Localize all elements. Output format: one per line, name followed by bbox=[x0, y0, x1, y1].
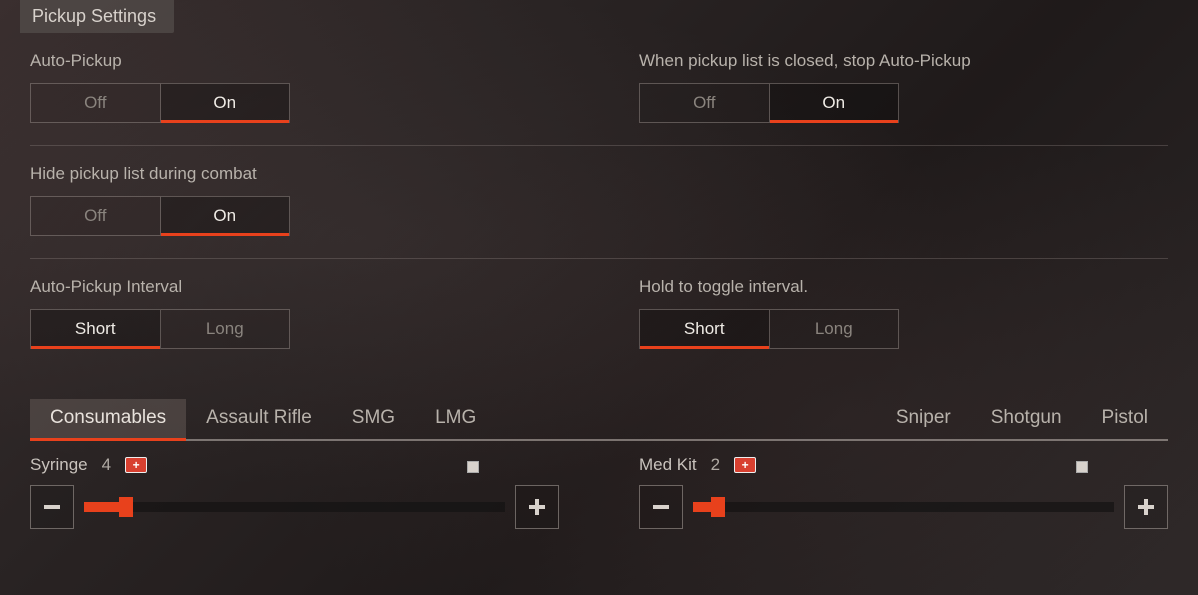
syringe-checkbox[interactable] bbox=[467, 461, 479, 473]
hide-in-combat-on[interactable]: On bbox=[161, 196, 291, 236]
category-tabs: Consumables Assault Rifle SMG LMG Sniper… bbox=[30, 399, 1168, 441]
tab-sniper[interactable]: Sniper bbox=[876, 399, 971, 439]
syringe-label: Syringe bbox=[30, 455, 88, 475]
hide-in-combat-label: Hide pickup list during combat bbox=[30, 164, 559, 184]
plus-icon bbox=[1136, 497, 1156, 517]
medkit-increment-button[interactable] bbox=[1124, 485, 1168, 529]
stop-when-closed-off[interactable]: Off bbox=[639, 83, 770, 123]
syringe-decrement-button[interactable] bbox=[30, 485, 74, 529]
stop-when-closed-label: When pickup list is closed, stop Auto-Pi… bbox=[639, 51, 1168, 71]
syringe-count: 4 bbox=[102, 455, 111, 475]
medkit-checkbox[interactable] bbox=[1076, 461, 1088, 473]
hold-toggle-short[interactable]: Short bbox=[639, 309, 770, 349]
interval-long[interactable]: Long bbox=[161, 309, 291, 349]
tab-pistol[interactable]: Pistol bbox=[1082, 399, 1168, 439]
medkit-slider[interactable] bbox=[693, 502, 1114, 512]
tab-consumables[interactable]: Consumables bbox=[30, 399, 186, 439]
hold-toggle-label: Hold to toggle interval. bbox=[639, 277, 1168, 297]
interval-short[interactable]: Short bbox=[30, 309, 161, 349]
stop-when-closed-on[interactable]: On bbox=[770, 83, 900, 123]
auto-pickup-label: Auto-Pickup bbox=[30, 51, 559, 71]
syringe-slider-thumb[interactable] bbox=[119, 497, 133, 517]
interval-label: Auto-Pickup Interval bbox=[30, 277, 559, 297]
tab-lmg[interactable]: LMG bbox=[415, 399, 496, 439]
auto-pickup-off[interactable]: Off bbox=[30, 83, 161, 123]
medkit-count: 2 bbox=[711, 455, 720, 475]
medkit-label: Med Kit bbox=[639, 455, 697, 475]
minus-icon bbox=[651, 497, 671, 517]
auto-pickup-toggle: Off On bbox=[30, 83, 290, 123]
stop-when-closed-toggle: Off On bbox=[639, 83, 899, 123]
hold-toggle-toggle: Short Long bbox=[639, 309, 899, 349]
syringe-slider[interactable] bbox=[84, 502, 505, 512]
minus-icon bbox=[42, 497, 62, 517]
hide-in-combat-toggle: Off On bbox=[30, 196, 290, 236]
plus-icon bbox=[527, 497, 547, 517]
medkit-decrement-button[interactable] bbox=[639, 485, 683, 529]
tab-shotgun[interactable]: Shotgun bbox=[971, 399, 1082, 439]
auto-pickup-on[interactable]: On bbox=[161, 83, 291, 123]
hold-toggle-long[interactable]: Long bbox=[770, 309, 900, 349]
interval-toggle: Short Long bbox=[30, 309, 290, 349]
medkit-icon bbox=[734, 457, 756, 473]
section-header: Pickup Settings bbox=[20, 0, 174, 33]
tab-smg[interactable]: SMG bbox=[332, 399, 415, 439]
hide-in-combat-off[interactable]: Off bbox=[30, 196, 161, 236]
syringe-increment-button[interactable] bbox=[515, 485, 559, 529]
tab-assault-rifle[interactable]: Assault Rifle bbox=[186, 399, 332, 439]
medkit-slider-thumb[interactable] bbox=[711, 497, 725, 517]
syringe-icon bbox=[125, 457, 147, 473]
